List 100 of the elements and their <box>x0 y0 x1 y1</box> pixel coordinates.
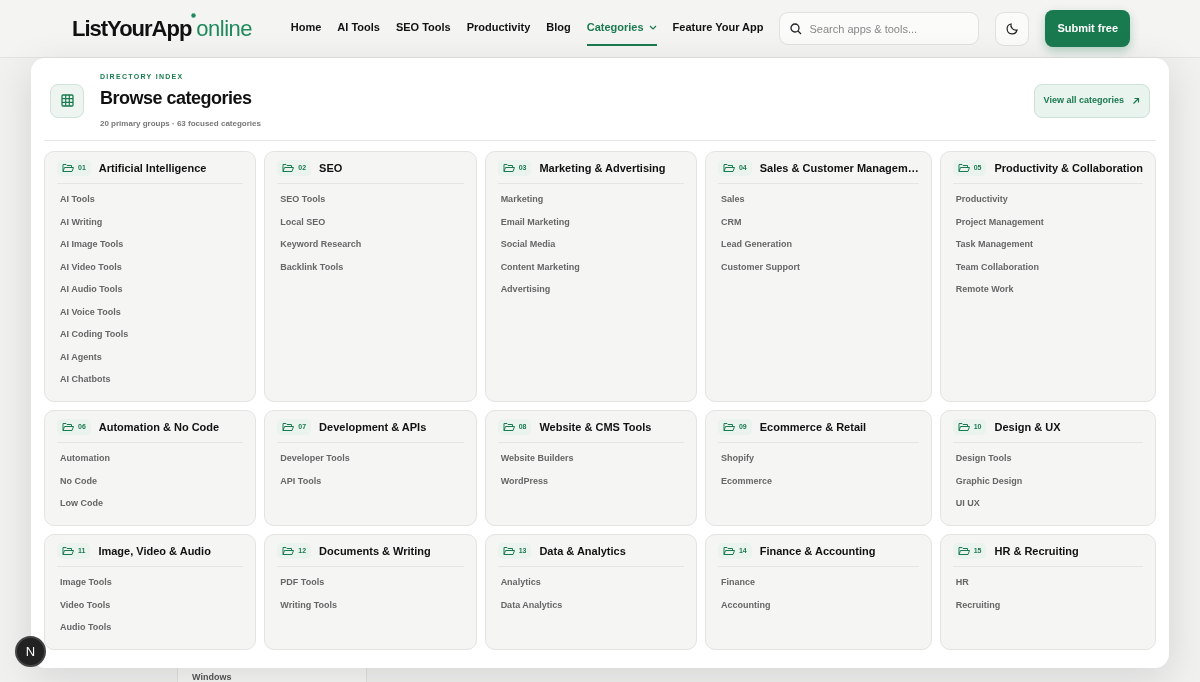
nav-link[interactable]: Feature Your App <box>672 11 764 46</box>
category-link[interactable]: Remote Work <box>952 278 1017 301</box>
moon-icon <box>1006 22 1019 35</box>
category-link[interactable]: API Tools <box>277 469 325 492</box>
category-link[interactable]: No Code <box>57 469 100 492</box>
category-title[interactable]: Documents & Writing <box>319 542 431 559</box>
category-title[interactable]: Data & Analytics <box>539 542 626 559</box>
category-link[interactable]: Audio Tools <box>57 616 115 639</box>
category-link[interactable]: AI Audio Tools <box>57 278 126 301</box>
folder-icon <box>62 162 74 173</box>
category-link[interactable]: Low Code <box>57 492 106 515</box>
category-link[interactable]: SEO Tools <box>277 188 329 211</box>
folder-icon <box>957 545 970 556</box>
category-link[interactable]: Finance <box>717 571 758 594</box>
category-title[interactable]: Marketing & Advertising <box>539 159 666 176</box>
nav-dropdown[interactable]: Categories <box>586 11 657 46</box>
menu-subtitle: 20 primary groups · 63 focused categories <box>100 117 261 130</box>
category-link[interactable]: AI Coding Tools <box>57 323 132 346</box>
theme-toggle-button[interactable] <box>995 11 1030 46</box>
category-link[interactable]: Project Management <box>952 210 1047 233</box>
category-link[interactable]: Task Management <box>952 233 1037 256</box>
nav-link[interactable]: AI Tools <box>337 11 380 46</box>
category-link[interactable]: Backlink Tools <box>277 255 347 278</box>
view-all-link[interactable]: View all categories <box>1033 84 1150 118</box>
category-link[interactable]: Writing Tools <box>277 593 340 616</box>
category-link[interactable]: UI UX <box>952 492 983 515</box>
list-item[interactable]: Windows <box>192 672 232 682</box>
menu-title: Browse categories <box>100 86 253 110</box>
folder-icon <box>957 162 970 173</box>
category-link[interactable]: WordPress <box>497 469 551 492</box>
category-link[interactable]: AI Agents <box>57 345 105 368</box>
category-link[interactable]: Image Tools <box>57 571 115 594</box>
folder-icon <box>62 545 74 556</box>
folder-icon <box>722 545 735 556</box>
category-link[interactable]: CRM <box>717 210 745 233</box>
arrow-icon <box>1132 96 1140 105</box>
nav-link[interactable]: Home <box>290 11 322 46</box>
site-logo[interactable]: ListYourApp online <box>72 12 253 45</box>
nav-link[interactable]: Productivity <box>466 11 531 46</box>
category-link[interactable]: Developer Tools <box>277 447 353 470</box>
category-link[interactable]: Website Builders <box>497 447 577 470</box>
category-title[interactable]: Website & CMS Tools <box>539 418 652 435</box>
category-link[interactable]: Accounting <box>717 593 774 616</box>
search-field[interactable]: Search apps & tools... <box>779 12 980 45</box>
grid-icon <box>60 94 74 108</box>
category-link[interactable]: Marketing <box>497 188 547 211</box>
category-link[interactable]: Team Collaboration <box>952 255 1042 278</box>
category-title[interactable]: Productivity & Collaboration <box>994 159 1143 176</box>
category-link[interactable]: Content Marketing <box>497 255 583 278</box>
category-title[interactable]: Finance & Accounting <box>759 542 876 559</box>
category-link[interactable]: Design Tools <box>952 447 1015 470</box>
category-link[interactable]: Video Tools <box>57 593 114 616</box>
category-title[interactable]: SEO <box>319 159 343 176</box>
category-link[interactable]: AI Video Tools <box>57 255 125 278</box>
category-title[interactable]: Design & UX <box>994 418 1061 435</box>
category-link[interactable]: Sales <box>717 188 748 211</box>
category-title[interactable]: Ecommerce & Retail <box>759 418 867 435</box>
category-title[interactable]: Image, Video & Audio <box>98 542 211 559</box>
folder-icon <box>282 545 295 556</box>
category-link[interactable]: Graphic Design <box>952 469 1026 492</box>
category-title[interactable]: Artificial Intelligence <box>98 159 207 176</box>
category-link[interactable]: Lead Generation <box>717 233 795 256</box>
folder-icon <box>957 421 970 432</box>
floating-button[interactable]: N <box>15 636 46 667</box>
category-title[interactable]: HR & Recruiting <box>994 542 1079 559</box>
category-link[interactable]: AI Voice Tools <box>57 300 124 323</box>
category-link[interactable]: Automation <box>57 447 113 470</box>
category-link[interactable]: AI Chatbots <box>57 368 114 391</box>
category-link[interactable]: Recruiting <box>952 593 1004 616</box>
category-title[interactable]: Development & APIs <box>319 418 427 435</box>
folder-icon <box>502 162 515 173</box>
folder-icon <box>722 162 735 173</box>
category-link[interactable]: Shopify <box>717 447 757 470</box>
category-link[interactable]: Email Marketing <box>497 210 573 233</box>
folder-icon <box>502 421 515 432</box>
category-link[interactable]: Customer Support <box>717 255 803 278</box>
category-link[interactable]: Social Media <box>497 233 559 256</box>
folder-icon <box>722 421 735 432</box>
category-link[interactable]: Productivity <box>952 188 1011 211</box>
submit-button[interactable]: Submit free <box>1045 10 1130 47</box>
nav-link[interactable]: Blog <box>546 11 571 46</box>
category-link[interactable]: Data Analytics <box>497 593 566 616</box>
caret-icon <box>648 25 657 30</box>
category-link[interactable]: AI Image Tools <box>57 233 127 256</box>
category-link[interactable]: Advertising <box>497 278 554 301</box>
category-link[interactable]: Ecommerce <box>717 469 775 492</box>
folder-icon <box>62 421 74 432</box>
category-title[interactable]: Automation & No Code <box>98 418 220 435</box>
category-link[interactable]: AI Tools <box>57 188 98 211</box>
folder-icon <box>502 545 515 556</box>
category-link[interactable]: HR <box>952 571 972 594</box>
folder-icon <box>282 421 295 432</box>
category-link[interactable]: PDF Tools <box>277 571 328 594</box>
category-link[interactable]: Keyword Research <box>277 233 365 256</box>
category-link[interactable]: Analytics <box>497 571 544 594</box>
category-title[interactable]: Sales & Customer Managem… <box>759 159 919 176</box>
folder-icon <box>282 162 295 173</box>
nav-link[interactable]: SEO Tools <box>395 11 451 46</box>
category-link[interactable]: AI Writing <box>57 210 106 233</box>
category-link[interactable]: Local SEO <box>277 210 329 233</box>
